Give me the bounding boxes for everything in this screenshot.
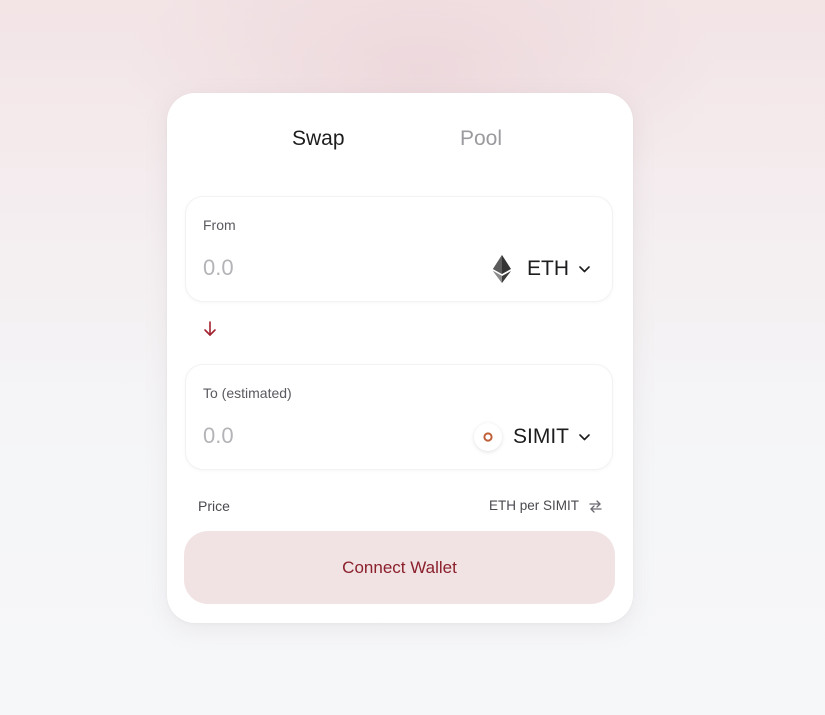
ethereum-icon (488, 255, 516, 283)
from-token-symbol: ETH (527, 257, 569, 280)
tab-bar: Swap Pool (167, 127, 633, 157)
from-label: From (203, 217, 236, 233)
chevron-down-icon (578, 263, 590, 275)
from-amount-input[interactable] (203, 252, 403, 284)
tab-pool[interactable]: Pool (460, 127, 502, 151)
swap-card: Swap Pool From ETH (167, 93, 633, 623)
simit-token-icon (474, 423, 502, 451)
from-panel: From ETH (185, 196, 613, 302)
price-unit: ETH per SIMIT (488, 498, 579, 513)
arrow-down-icon[interactable] (203, 321, 217, 337)
from-token-selector[interactable]: ETH (488, 251, 590, 287)
swap-rate-icon[interactable] (588, 499, 603, 514)
to-amount-input[interactable] (203, 420, 403, 452)
tab-swap[interactable]: Swap (292, 127, 345, 151)
price-row: Price ETH per SIMIT (198, 498, 603, 518)
to-token-selector[interactable]: SIMIT (474, 419, 590, 455)
to-token-symbol: SIMIT (513, 425, 569, 448)
chevron-down-icon (578, 431, 590, 443)
connect-wallet-button[interactable]: Connect Wallet (184, 531, 615, 604)
price-label: Price (198, 498, 230, 514)
to-label: To (estimated) (203, 385, 292, 401)
to-panel: To (estimated) SIMIT (185, 364, 613, 470)
